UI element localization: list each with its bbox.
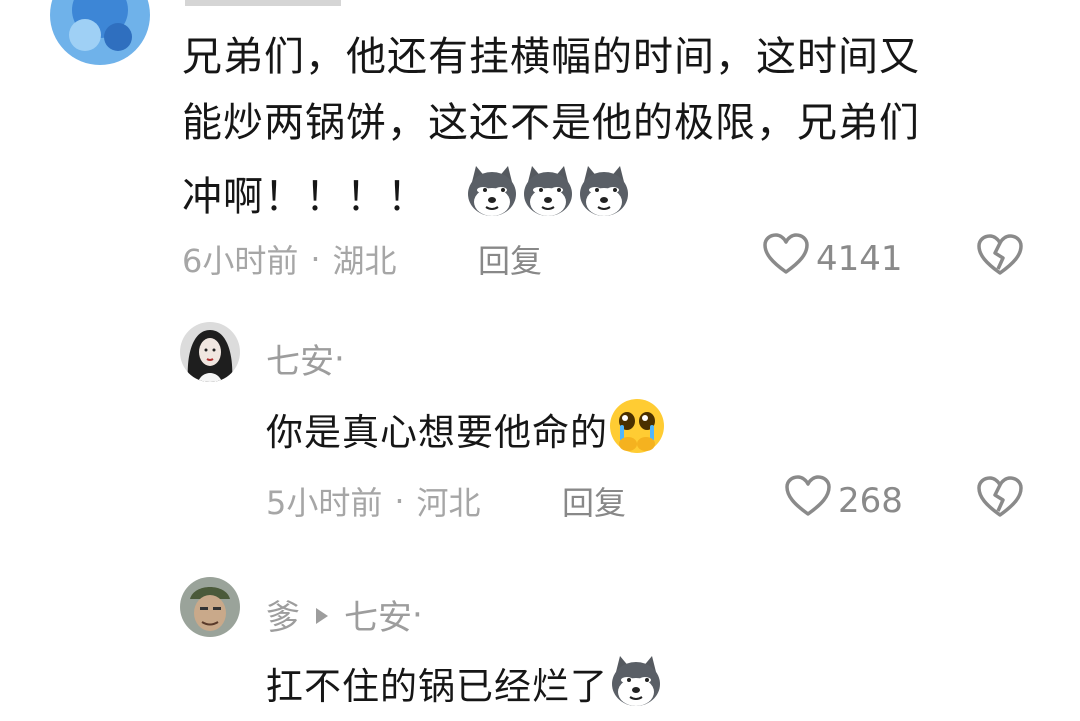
comment-text: 兄弟们，他还有挂横幅的时间，这时间又 能炒两锅饼，这还不是他的极限，兄弟们 冲啊… <box>182 30 1042 232</box>
reply-text: 你是真心想要他命的 <box>266 397 666 468</box>
reply-text: 扛不住的锅已经烂了 <box>266 652 664 721</box>
comment-line: 冲啊！！！！ <box>182 174 428 220</box>
broken-heart-icon <box>976 234 1024 281</box>
cropped-username <box>185 0 445 6</box>
broken-heart-icon <box>976 476 1024 523</box>
comment-location: 湖北 <box>332 242 397 280</box>
reply-to-name: 七安 <box>344 598 412 638</box>
avatar[interactable] <box>180 322 240 382</box>
heart-icon <box>762 232 816 285</box>
comment-meta: 6小时前 · 湖北 <box>182 236 397 282</box>
reply-location: 河北 <box>416 484 481 522</box>
comment-line: 能炒两锅饼，这还不是他的极限，兄弟们 <box>182 100 920 146</box>
dislike-button[interactable] <box>976 475 1024 523</box>
doge-icon <box>608 652 664 721</box>
reply-arrow-icon <box>314 595 330 635</box>
avatar[interactable] <box>180 577 240 637</box>
pleading-face-icon <box>608 397 666 468</box>
doge-icon <box>576 162 632 232</box>
comment-line: 兄弟们，他还有挂横幅的时间，这时间又 <box>182 34 920 80</box>
reply-time: 5小时前 <box>266 484 383 522</box>
like-count: 268 <box>838 480 903 521</box>
reply-text-content: 你是真心想要他命的 <box>266 410 608 454</box>
reply-button[interactable]: 回复 <box>562 478 626 524</box>
like-button[interactable]: 4141 <box>762 232 903 285</box>
dislike-button[interactable] <box>976 233 1024 281</box>
reply-text-content: 扛不住的锅已经烂了 <box>266 664 608 708</box>
reply-button[interactable]: 回复 <box>478 236 542 282</box>
heart-icon <box>784 474 838 527</box>
reply-author[interactable]: 七安 · <box>266 334 345 383</box>
doge-icon <box>464 162 520 232</box>
like-button[interactable]: 268 <box>784 474 903 527</box>
reply-author[interactable]: 爹 七安 · <box>266 590 423 639</box>
author-name: 爹 <box>266 598 300 638</box>
reply-meta: 5小时前 · 河北 <box>266 478 481 524</box>
avatar[interactable] <box>50 0 150 65</box>
doge-icon <box>520 162 576 232</box>
comment-time: 6小时前 <box>182 242 299 280</box>
author-name: 七安 <box>266 342 334 382</box>
like-count: 4141 <box>816 238 903 279</box>
